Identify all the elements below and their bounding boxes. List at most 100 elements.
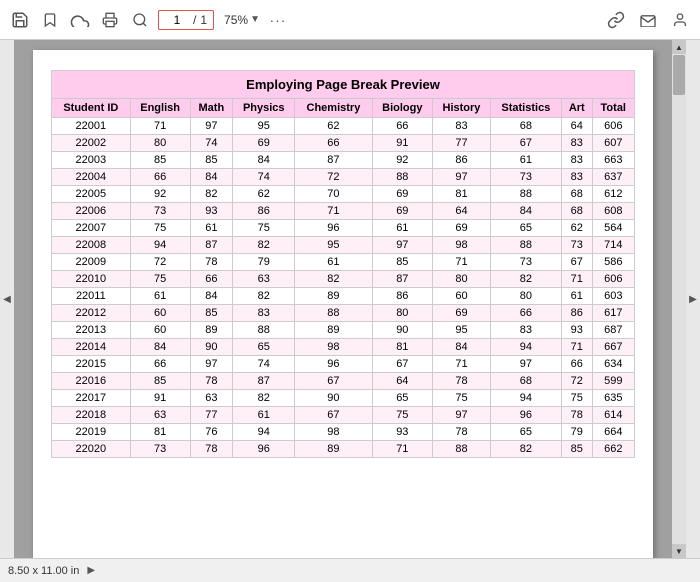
document-title: Employing Page Break Preview [51, 70, 635, 98]
table-cell: 637 [592, 169, 634, 186]
table-cell: 68 [561, 186, 592, 203]
mail-icon[interactable] [636, 8, 660, 32]
bookmark-icon[interactable] [38, 8, 62, 32]
table-cell: 65 [490, 220, 561, 237]
table-cell: 83 [561, 152, 592, 169]
table-cell: 89 [295, 288, 372, 305]
table-cell: 62 [233, 186, 295, 203]
scroll-up-button[interactable]: ▲ [672, 40, 686, 54]
table-cell: 86 [561, 305, 592, 322]
toolbar: 1 / 1 75% ▼ ··· [0, 0, 700, 40]
search-icon[interactable] [128, 8, 152, 32]
left-nav-arrow[interactable]: ◀ [0, 40, 14, 558]
table-cell: 71 [561, 271, 592, 288]
table-cell: 78 [190, 373, 233, 390]
table-cell: 75 [561, 390, 592, 407]
table-row: 220077561759661696562564 [52, 220, 635, 237]
table-cell: 664 [592, 424, 634, 441]
table-cell: 63 [130, 407, 190, 424]
table-cell: 84 [130, 339, 190, 356]
table-cell: 662 [592, 441, 634, 458]
table-row: 220116184828986608061603 [52, 288, 635, 305]
table-cell: 84 [233, 152, 295, 169]
table-cell: 61 [295, 254, 372, 271]
table-cell: 603 [592, 288, 634, 305]
table-cell: 92 [372, 152, 433, 169]
table-cell: 63 [233, 271, 295, 288]
table-cell: 91 [130, 390, 190, 407]
table-cell: 82 [233, 288, 295, 305]
table-cell: 95 [295, 237, 372, 254]
table-cell: 94 [490, 390, 561, 407]
table-cell: 97 [372, 237, 433, 254]
table-cell: 97 [433, 407, 491, 424]
table-cell: 564 [592, 220, 634, 237]
table-cell: 94 [233, 424, 295, 441]
table-cell: 61 [190, 220, 233, 237]
table-cell: 22006 [52, 203, 131, 220]
table-cell: 75 [433, 390, 491, 407]
table-cell: 82 [233, 237, 295, 254]
table-cell: 87 [233, 373, 295, 390]
table-row: 220168578876764786872599 [52, 373, 635, 390]
right-nav-arrow[interactable]: ▶ [686, 40, 700, 558]
table-cell: 65 [490, 424, 561, 441]
table-cell: 60 [130, 305, 190, 322]
page-current-input[interactable]: 1 [165, 13, 189, 27]
table-row: 220028074696691776783607 [52, 135, 635, 152]
zoom-control: 75% ▼ [224, 13, 260, 27]
link-icon[interactable] [604, 8, 628, 32]
table-row: 220198176949893786579664 [52, 424, 635, 441]
page-separator: / [193, 13, 196, 27]
user-icon[interactable] [668, 8, 692, 32]
cloud-icon[interactable] [68, 8, 92, 32]
scroll-thumb[interactable] [673, 55, 685, 95]
table-cell: 71 [433, 254, 491, 271]
table-cell: 635 [592, 390, 634, 407]
table-header-cell: Art [561, 99, 592, 118]
table-cell: 82 [490, 441, 561, 458]
more-options-button[interactable]: ··· [266, 8, 290, 32]
table-cell: 22011 [52, 288, 131, 305]
table-cell: 83 [433, 118, 491, 135]
table-cell: 98 [295, 424, 372, 441]
table-cell: 61 [490, 152, 561, 169]
table-cell: 78 [561, 407, 592, 424]
table-cell: 86 [372, 288, 433, 305]
table-cell: 80 [372, 305, 433, 322]
scroll-down-button[interactable]: ▼ [672, 544, 686, 558]
table-cell: 22015 [52, 356, 131, 373]
table-cell: 80 [433, 271, 491, 288]
table-cell: 83 [490, 322, 561, 339]
table-header-cell: Statistics [490, 99, 561, 118]
table-cell: 83 [233, 305, 295, 322]
bottom-nav-arrow[interactable]: ▶ [87, 565, 95, 576]
table-cell: 87 [190, 237, 233, 254]
table-cell: 71 [372, 441, 433, 458]
table-cell: 67 [295, 373, 372, 390]
table-cell: 72 [561, 373, 592, 390]
table-cell: 94 [130, 237, 190, 254]
table-cell: 82 [295, 271, 372, 288]
print-icon[interactable] [98, 8, 122, 32]
table-cell: 22009 [52, 254, 131, 271]
save-icon[interactable] [8, 8, 32, 32]
table-cell: 72 [130, 254, 190, 271]
table-cell: 608 [592, 203, 634, 220]
table-cell: 89 [295, 441, 372, 458]
table-cell: 63 [190, 390, 233, 407]
table-cell: 22019 [52, 424, 131, 441]
table-cell: 88 [490, 186, 561, 203]
table-row: 220207378968971888285662 [52, 441, 635, 458]
table-cell: 70 [295, 186, 372, 203]
table-cell: 77 [190, 407, 233, 424]
table-cell: 67 [561, 254, 592, 271]
table-cell: 22017 [52, 390, 131, 407]
table-cell: 86 [433, 152, 491, 169]
table-cell: 91 [372, 135, 433, 152]
table-cell: 85 [561, 441, 592, 458]
table-cell: 687 [592, 322, 634, 339]
table-cell: 88 [233, 322, 295, 339]
zoom-dropdown-arrow[interactable]: ▼ [250, 14, 260, 25]
table-cell: 62 [561, 220, 592, 237]
